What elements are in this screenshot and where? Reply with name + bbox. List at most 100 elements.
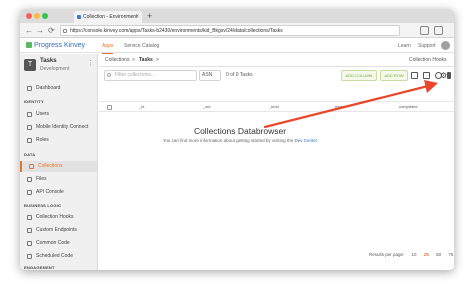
columns-icon[interactable]: [411, 72, 418, 79]
sidebar-item-roles[interactable]: Roles: [20, 135, 97, 146]
sidebar-item-label: Scheduled Code: [36, 253, 73, 259]
address-input[interactable]: https://console.kinvey.com/apps/Tasks-b2…: [60, 25, 400, 36]
hooks-icon: [27, 215, 32, 220]
settings-gear-icon[interactable]: ⚙: [440, 71, 447, 80]
more-options-icon[interactable]: ⋮: [87, 59, 94, 67]
pager-option-75[interactable]: 75: [448, 252, 453, 257]
search-icon: [107, 73, 111, 77]
dashboard-icon: [27, 86, 32, 91]
close-window-button[interactable]: [26, 13, 32, 19]
avatar[interactable]: [441, 41, 450, 50]
sidebar-item-label: API Console: [36, 189, 64, 195]
forward-icon[interactable]: →: [36, 25, 44, 36]
sidebar-item-files[interactable]: Files: [20, 174, 97, 185]
pager-option-10[interactable]: 10: [412, 252, 417, 257]
tab-title: Collection - Environment: [83, 14, 138, 20]
sidebar-section-business-logic: BUSINESS LOGIC: [24, 203, 62, 208]
new-tab-button[interactable]: +: [147, 10, 152, 22]
sidebar-item-label: Collections: [38, 163, 63, 169]
tab-bar: Collection - Environment × +: [20, 9, 454, 23]
sidebar-item-collection-hooks[interactable]: Collection Hooks: [20, 212, 97, 223]
breadcrumb-separator: >: [156, 57, 159, 63]
tab-close-icon[interactable]: ×: [135, 11, 139, 23]
tab-apps[interactable]: Apps: [102, 39, 114, 54]
sidebar-item-label: Roles: [36, 137, 49, 143]
sidebar-section-identity: IDENTITY: [24, 99, 44, 104]
pagination: Results per page: 10 25 50 75: [363, 252, 453, 257]
column-header-acl[interactable]: _acl: [203, 102, 210, 112]
main-content: Collections > Tasks > Collection Hooks F…: [99, 54, 454, 270]
dev-center-link[interactable]: Dev Center: [294, 138, 317, 143]
record-count: 0 of 0 Tasks: [226, 72, 253, 78]
sidebar-item-common-code[interactable]: Common Code: [20, 238, 97, 249]
sidebar-item-mobile-identity-connect[interactable]: Mobile Identity Connect: [20, 122, 97, 133]
sidebar-item-label: Common Code: [36, 240, 70, 246]
favicon-icon: [77, 15, 81, 19]
url-bar: ← → ⟳ https://console.kinvey.com/apps/Ta…: [20, 23, 454, 38]
column-header-name[interactable]: name: [335, 102, 345, 112]
browser-tab[interactable]: Collection - Environment ×: [74, 11, 142, 23]
column-header-kmd[interactable]: _kmd: [269, 102, 279, 112]
app-name: Tasks: [40, 58, 57, 64]
empty-state-text: You can find more information about gett…: [162, 138, 295, 143]
sidebar-section-data: DATA: [24, 152, 36, 157]
pager-option-25[interactable]: 25: [424, 252, 429, 257]
filter-icon[interactable]: [423, 72, 430, 79]
sidebar-item-label: Dashboard: [36, 85, 61, 91]
logo-mark-icon: [26, 42, 32, 48]
files-icon: [27, 177, 32, 182]
address-text: https://console.kinvey.com/apps/Tasks-b2…: [70, 28, 283, 34]
endpoints-icon: [27, 228, 32, 233]
back-icon[interactable]: ←: [25, 25, 33, 36]
collections-icon: [29, 164, 34, 169]
environment-name: Development: [40, 66, 70, 72]
sidebar-item-collections[interactable]: Collections: [20, 161, 97, 172]
kinvey-logo[interactable]: Progress Kinvey: [26, 41, 85, 51]
select-all-checkbox[interactable]: [107, 105, 112, 110]
app-header: Progress Kinvey Apps Service Catalog Lea…: [20, 39, 454, 54]
share-icon[interactable]: [420, 26, 429, 35]
tab-service-catalog[interactable]: Service Catalog: [124, 39, 159, 53]
collection-hooks-link[interactable]: Collection Hooks: [409, 54, 447, 67]
sidebar-item-label: Files: [36, 176, 47, 182]
breadcrumb-tasks[interactable]: Tasks: [139, 54, 153, 67]
tabs-overview-icon[interactable]: [434, 26, 443, 35]
sidebar-item-api-console[interactable]: API Console: [20, 187, 97, 198]
add-column-button[interactable]: ADD COLUMN: [341, 70, 377, 81]
minimize-window-button[interactable]: [34, 13, 40, 19]
breadcrumb: Collections > Tasks > Collection Hooks: [99, 54, 454, 67]
sidebar-item-custom-endpoints[interactable]: Custom Endpoints: [20, 225, 97, 236]
download-icon[interactable]: [447, 72, 451, 79]
support-link[interactable]: Support: [418, 39, 436, 53]
code-icon: [27, 241, 32, 246]
learn-link[interactable]: Learn: [398, 39, 411, 53]
sidebar-item-users[interactable]: Users: [20, 109, 97, 120]
pager-label: Results per page:: [369, 252, 405, 257]
app-initial: T: [24, 59, 36, 71]
lock-icon: [63, 29, 67, 33]
breadcrumb-collections[interactable]: Collections: [105, 54, 129, 67]
add-row-button[interactable]: ADD ROW: [380, 70, 408, 81]
table-header: _id _acl _kmd name completed: [99, 101, 454, 112]
roles-icon: [27, 138, 32, 143]
app-switcher[interactable]: T Tasks Development ⋮: [24, 58, 94, 74]
identity-icon: [27, 125, 32, 130]
logo-text: Progress Kinvey: [34, 42, 85, 49]
users-icon: [27, 112, 32, 117]
breadcrumb-separator: >: [132, 57, 135, 63]
maximize-window-button[interactable]: [42, 13, 48, 19]
sidebar: T Tasks Development ⋮ Dashboard IDENTITY…: [20, 54, 98, 270]
empty-state-title: Collections Databrowser: [193, 126, 287, 136]
toolbar: Filter collections... ASN 0 of 0 Tasks A…: [99, 67, 454, 87]
sidebar-item-dashboard[interactable]: Dashboard: [20, 83, 97, 94]
filter-input[interactable]: Filter collections...: [104, 70, 197, 81]
reload-icon[interactable]: ⟳: [48, 25, 55, 36]
pager-option-50[interactable]: 50: [436, 252, 441, 257]
column-header-completed[interactable]: completed: [399, 102, 417, 112]
sidebar-section-engagement: ENGAGEMENT: [24, 265, 55, 270]
sidebar-item-scheduled-code[interactable]: Scheduled Code: [20, 251, 97, 262]
sort-select[interactable]: ASN: [199, 70, 221, 81]
sidebar-item-label: Mobile Identity Connect: [36, 124, 89, 130]
column-header-id[interactable]: _id: [139, 102, 144, 112]
console-icon: [27, 190, 32, 195]
